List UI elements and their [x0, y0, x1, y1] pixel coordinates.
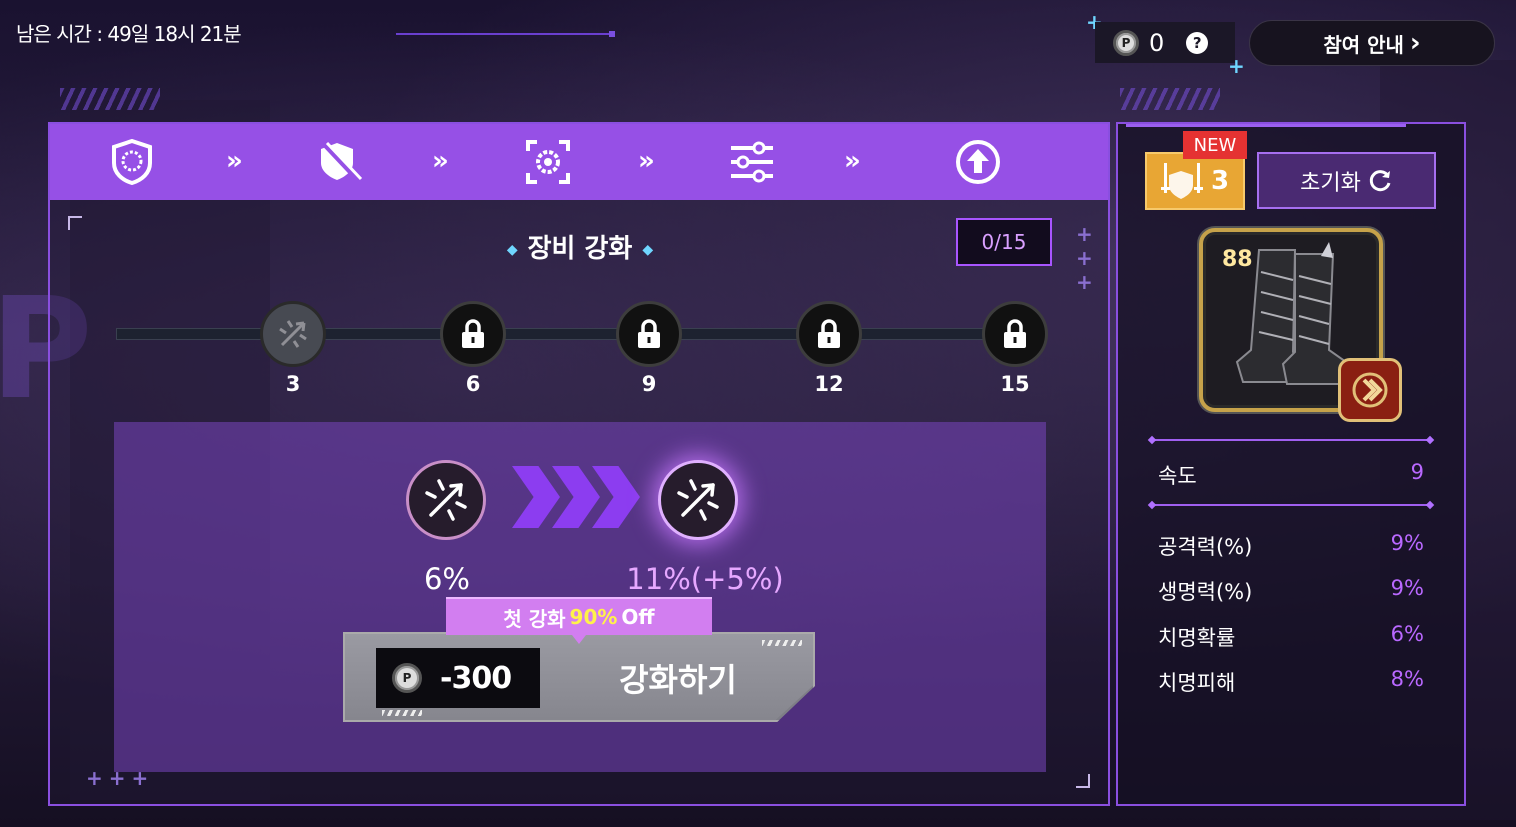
reset-button[interactable]: 초기화	[1257, 152, 1436, 209]
point-coin-icon: P	[1113, 29, 1139, 56]
sword-shield-icon	[1160, 163, 1203, 199]
upgrade-button-label[interactable]: 강화하기	[560, 655, 796, 701]
stat-value: 9%	[1390, 531, 1424, 555]
help-icon[interactable]: ?	[1186, 31, 1209, 54]
shield-ring-icon[interactable]	[108, 138, 156, 186]
enhance-level-badge[interactable]: 3	[1145, 152, 1245, 210]
decor-plus-2: +	[1228, 54, 1245, 78]
shield-sword-icon[interactable]	[316, 138, 364, 186]
milestone-node-5[interactable]	[982, 301, 1048, 367]
upgrade-cost: P -300	[376, 648, 540, 708]
primary-stat-row: 속도 9	[1158, 460, 1424, 490]
points-value: 0	[1149, 28, 1165, 57]
chevron-separator-4: »	[844, 146, 861, 176]
item-level: 88	[1222, 247, 1253, 272]
milestone-node-1[interactable]	[260, 301, 326, 367]
chevron-separator-2: »	[432, 146, 449, 176]
stat-label: 생명력(%)	[1158, 580, 1253, 604]
stat-value: 9%	[1390, 576, 1424, 600]
stat-label: 치명확률	[1158, 626, 1236, 650]
stat-row: 치명피해 8%	[1158, 667, 1424, 697]
time-remaining: 남은 시간 : 49일 18시 21분	[16, 22, 242, 46]
chevron-separator-1: »	[226, 146, 243, 176]
decor-stripes-left	[60, 88, 160, 110]
milestone-label: 9	[641, 372, 657, 396]
milestone-track	[116, 328, 1046, 340]
stats-divider-top	[1152, 439, 1430, 441]
stat-row: 생명력(%) 9%	[1158, 576, 1424, 606]
section-title: ◆ 장비 강화 ◆	[50, 228, 1110, 265]
stat-row: 공격력(%) 9%	[1158, 531, 1424, 561]
stat-value: 8%	[1390, 667, 1424, 691]
enhance-progress: 0/15	[956, 218, 1052, 266]
milestone-label: 6	[465, 372, 481, 396]
upgrade-cost-value: -300	[440, 660, 512, 696]
stat-label: 속도	[1158, 464, 1197, 488]
diamond-icon: ◆	[506, 241, 518, 258]
stat-value: 9	[1410, 460, 1424, 484]
timer-divider	[396, 31, 615, 37]
focus-gear-icon[interactable]	[524, 138, 572, 186]
participation-guide-button[interactable]: 참여 안내 ›	[1249, 20, 1495, 66]
arrow-chevron-icon	[512, 466, 560, 528]
button-decor-stripes	[382, 710, 422, 716]
milestone-node-3[interactable]	[616, 301, 682, 367]
stat-label: 치명피해	[1158, 671, 1236, 695]
panel-top-accent	[1126, 124, 1406, 127]
decor-plus-row: +++	[86, 766, 155, 790]
point-coin-icon: P	[392, 663, 422, 693]
milestone-label: 12	[814, 372, 844, 396]
discount-percent: 90%	[569, 605, 618, 629]
level-badge-value: 3	[1210, 166, 1230, 196]
stats-divider-mid	[1152, 504, 1430, 506]
decor-stripes-right	[1120, 88, 1220, 110]
decor-plus-col: + + +	[1076, 222, 1093, 294]
reset-label: 초기화	[1300, 170, 1361, 196]
stat-value: 6%	[1390, 622, 1424, 646]
discount-prefix: 첫 강화	[503, 606, 566, 631]
section-title-text: 장비 강화	[527, 234, 633, 264]
current-stat-value: 6%	[423, 562, 470, 596]
upgrade-direction-arrows	[512, 466, 640, 528]
corner-bottom-right	[1076, 774, 1090, 788]
sliders-icon[interactable]	[728, 138, 776, 186]
guide-label: 참여 안내	[1323, 32, 1404, 57]
refresh-icon	[1369, 169, 1391, 191]
crit-stat-current-icon	[406, 460, 486, 540]
points-display: P 0 ?	[1095, 22, 1235, 63]
next-stat-value: 11%(+5%)	[626, 562, 784, 596]
button-decor-stripes	[762, 640, 802, 646]
milestone-label: 15	[1000, 372, 1030, 396]
stat-label: 공격력(%)	[1158, 535, 1253, 559]
chevron-right-icon: ›	[1409, 28, 1421, 58]
upgrade-arrow-icon[interactable]	[954, 138, 1002, 186]
chevron-separator-3: »	[638, 146, 655, 176]
grade-emblem-icon	[1338, 358, 1402, 422]
diamond-icon: ◆	[642, 241, 654, 258]
stat-row: 치명확률 6%	[1158, 622, 1424, 652]
milestone-node-2[interactable]	[440, 301, 506, 367]
discount-suffix: Off	[621, 605, 655, 629]
first-upgrade-discount: 첫 강화 90% Off	[446, 597, 712, 644]
milestone-label: 3	[285, 372, 301, 396]
milestone-node-4[interactable]	[796, 301, 862, 367]
new-badge: NEW	[1183, 131, 1247, 159]
step-bar: » » » »	[50, 124, 1108, 200]
crit-stat-next-icon	[658, 460, 738, 540]
